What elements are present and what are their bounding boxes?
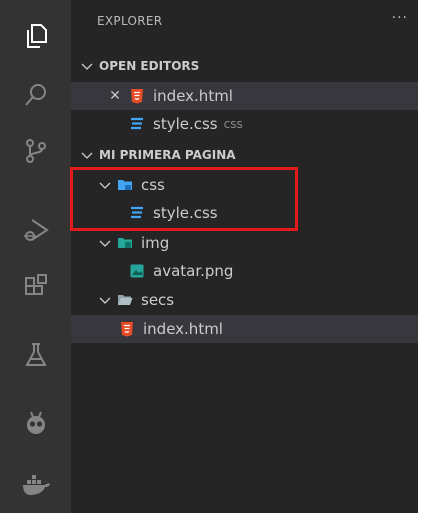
folder-images-icon bbox=[118, 238, 132, 248]
highlight-annotation bbox=[70, 167, 298, 231]
tree-folder-secs[interactable]: secs bbox=[71, 286, 418, 314]
chevron-down-icon bbox=[81, 152, 93, 159]
tree-file-avatar-png[interactable]: avatar.png bbox=[71, 257, 418, 285]
workspace-section-header[interactable]: MI PRIMERA PAGINA bbox=[71, 141, 418, 169]
html-file-icon bbox=[131, 89, 143, 104]
docker-icon[interactable] bbox=[0, 460, 71, 510]
testing-icon[interactable] bbox=[0, 330, 71, 380]
folder-label: secs bbox=[141, 291, 175, 309]
html-file-icon bbox=[121, 322, 133, 337]
platformio-icon[interactable] bbox=[0, 398, 71, 448]
open-editor-folder-hint: css bbox=[223, 117, 243, 131]
file-label: avatar.png bbox=[153, 262, 234, 280]
activity-bar bbox=[0, 0, 71, 513]
vscode-window: EXPLORER ··· OPEN EDITORS ✕ index.html s… bbox=[0, 0, 418, 513]
open-editor-item-style-css[interactable]: style.css css bbox=[71, 110, 418, 138]
open-editor-label: style.css bbox=[153, 115, 218, 133]
open-editor-label: index.html bbox=[153, 87, 233, 105]
image-file-icon bbox=[130, 264, 144, 278]
workspace-title: MI PRIMERA PAGINA bbox=[99, 148, 236, 162]
folder-label: img bbox=[141, 234, 170, 252]
run-debug-icon[interactable] bbox=[0, 205, 71, 255]
folder-open-icon bbox=[118, 295, 133, 305]
open-editor-item-index-html[interactable]: ✕ index.html bbox=[71, 82, 418, 110]
tree-folder-img[interactable]: img bbox=[71, 229, 418, 257]
chevron-down-icon bbox=[99, 240, 111, 247]
chevron-down-icon bbox=[99, 297, 111, 304]
open-editors-section-header[interactable]: OPEN EDITORS bbox=[71, 52, 418, 80]
explorer-sidebar: EXPLORER ··· OPEN EDITORS ✕ index.html s… bbox=[71, 0, 418, 513]
explorer-title: EXPLORER bbox=[97, 14, 163, 28]
explorer-icon[interactable] bbox=[0, 10, 71, 60]
tree-file-index-html[interactable]: index.html bbox=[71, 315, 418, 343]
search-icon[interactable] bbox=[0, 70, 71, 120]
close-icon[interactable]: ✕ bbox=[107, 88, 123, 104]
file-label: index.html bbox=[143, 320, 223, 338]
chevron-down-icon bbox=[81, 63, 93, 70]
open-editors-title: OPEN EDITORS bbox=[99, 59, 200, 73]
source-control-icon[interactable] bbox=[0, 126, 71, 176]
more-actions-button[interactable]: ··· bbox=[392, 10, 408, 26]
css-file-icon bbox=[131, 117, 143, 130]
extensions-icon[interactable] bbox=[0, 262, 71, 312]
